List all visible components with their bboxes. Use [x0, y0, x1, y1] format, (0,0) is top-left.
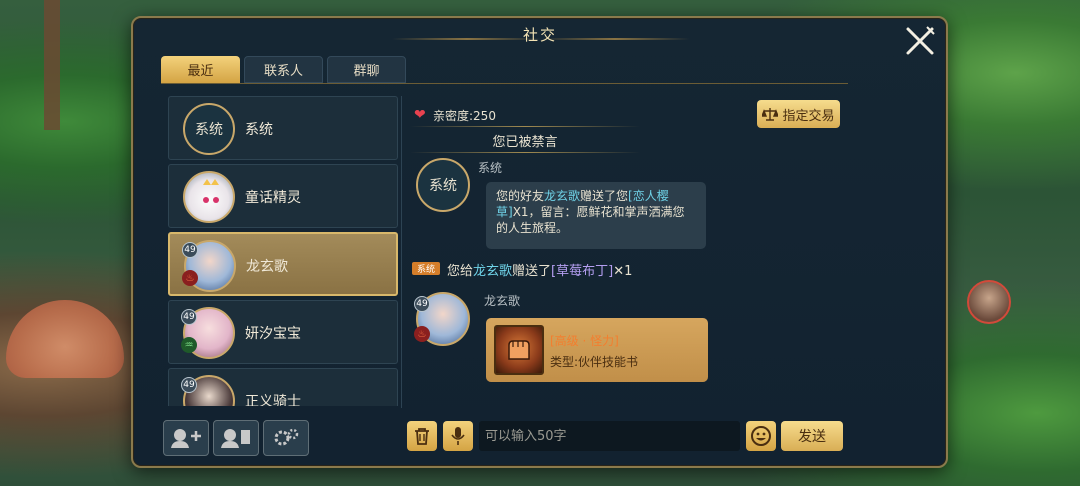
fire-element-icon: ♨ [182, 270, 198, 286]
friend-level-badge: 49 [414, 296, 430, 312]
contact-item-yanxi[interactable]: 49 ♒ 妍汐宝宝 [168, 300, 398, 364]
emoji-button[interactable] [746, 421, 776, 451]
friend-list-icon [221, 429, 250, 448]
tab-groups[interactable]: 群聊 [327, 56, 406, 83]
contact-name: 童话精灵 [245, 190, 301, 206]
contact-list[interactable]: 系统 系统 童话精灵 49 ♨ 龙玄歌 49 ♒ 妍汐宝宝 49 正义骑士 [168, 96, 398, 406]
scale-icon [762, 108, 779, 121]
tab-recent[interactable]: 最近 [161, 56, 240, 83]
ban-line-bottom [410, 152, 640, 153]
system-tag: 系统 [412, 262, 440, 275]
tab-underline [161, 83, 848, 84]
gift-line: 您给龙玄歌赠送了[草莓布丁]✕1 [447, 260, 632, 279]
intimacy-text: 亲密度:250 [433, 109, 496, 123]
friend-sender-name: 龙玄歌 [484, 294, 521, 308]
microphone-icon [451, 427, 465, 445]
system-message-bubble: 您的好友龙玄歌赠送了您[恋人樱草]X1，留言：愿鲜花和掌声洒满您的人生旅程。 [486, 182, 706, 249]
gear-icon [274, 428, 299, 446]
msg-prefix: 您的好友 [496, 189, 545, 203]
item-link[interactable]: [草莓布丁] [551, 264, 613, 279]
msg-suffix: X1，留言：愿鲜花和掌声洒满您的人生旅程。 [496, 205, 685, 235]
trade-button[interactable]: 指定交易 [757, 100, 840, 128]
avatar-text: 系统 [195, 122, 223, 138]
avatar-text: 系统 [429, 178, 457, 194]
voice-button[interactable] [443, 421, 473, 451]
level-badge: 49 [181, 309, 197, 325]
friend-list-button[interactable] [213, 420, 259, 456]
close-button[interactable] [903, 24, 937, 58]
friend-name-link[interactable]: 龙玄歌 [473, 264, 512, 279]
contact-name: 龙玄歌 [246, 259, 288, 275]
contact-item-fairy[interactable]: 童话精灵 [168, 164, 398, 228]
contact-item-knight[interactable]: 49 正义骑士 [168, 368, 398, 406]
chat-input[interactable] [479, 421, 740, 451]
send-button[interactable]: 发送 [781, 421, 843, 451]
item-name: [高级 · 怪力] [550, 334, 619, 348]
close-icon [906, 26, 935, 55]
gift-suffix: ✕1 [613, 264, 633, 279]
trade-button-label: 指定交易 [782, 108, 835, 124]
delete-button[interactable] [407, 421, 437, 451]
tab-contacts[interactable]: 联系人 [244, 56, 323, 83]
add-friend-icon [171, 429, 201, 448]
contact-item-system[interactable]: 系统 系统 [168, 96, 398, 160]
gift-mid: 赠送了 [512, 264, 552, 279]
avatar: 系统 [183, 103, 235, 155]
contact-name: 正义骑士 [245, 394, 301, 406]
wind-element-icon: ♒ [181, 337, 197, 353]
gift-prefix: 您给 [447, 264, 474, 279]
settings-button[interactable] [263, 420, 309, 456]
chat-divider [401, 96, 402, 408]
level-badge: 49 [182, 242, 198, 258]
contact-item-longxuange[interactable]: 49 ♨ 龙玄歌 [168, 232, 398, 296]
panel-title: 社交 [522, 26, 557, 44]
item-type: 类型:伙伴技能书 [550, 355, 639, 369]
msg-mid: 赠送了您 [580, 189, 629, 203]
emoji-icon [751, 426, 771, 446]
item-card-bubble[interactable]: [高级 · 怪力] 类型:伙伴技能书 [486, 318, 708, 382]
trash-icon [415, 428, 429, 445]
fire-element-icon: ♨ [414, 326, 430, 342]
heart-icon: ❤ [414, 107, 426, 123]
background-umbrella [6, 300, 124, 378]
floating-avatar[interactable] [967, 280, 1011, 324]
contact-name: 系统 [245, 122, 273, 138]
fist-item-icon [494, 325, 544, 375]
contact-name: 妍汐宝宝 [245, 326, 301, 342]
background-pillar [44, 0, 60, 130]
friend-name-link[interactable]: 龙玄歌 [544, 189, 580, 203]
add-friend-button[interactable] [163, 420, 209, 456]
system-sender-name: 系统 [478, 161, 503, 175]
system-avatar: 系统 [416, 158, 470, 212]
ban-notice: 您已被禁言 [492, 135, 558, 150]
ban-line-top [410, 126, 640, 127]
avatar [183, 171, 235, 223]
level-badge: 49 [181, 377, 197, 393]
